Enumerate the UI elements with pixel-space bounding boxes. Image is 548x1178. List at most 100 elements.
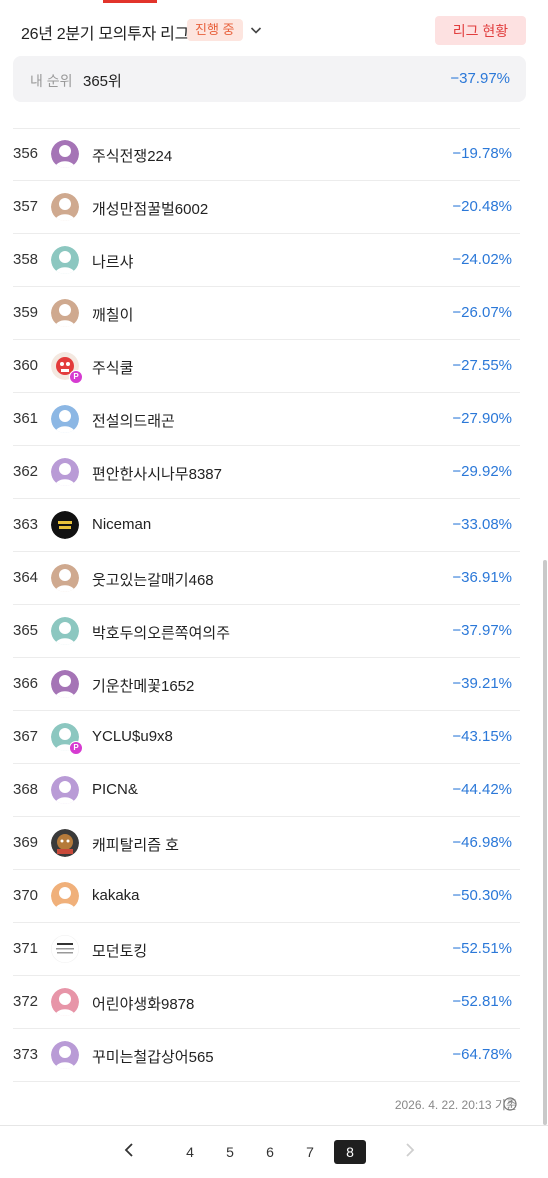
user-name: YCLU$u9x8 bbox=[92, 728, 173, 745]
question-circle-icon[interactable]: ? bbox=[503, 1097, 517, 1111]
avatar bbox=[51, 617, 79, 645]
chevron-left-icon[interactable] bbox=[123, 1143, 135, 1157]
return-rate: −46.98% bbox=[452, 834, 512, 851]
ranking-row[interactable]: 357 개성만점꿀벌6002 −20.48% bbox=[13, 181, 520, 234]
page-button-4[interactable]: 4 bbox=[174, 1140, 206, 1164]
ranking-row[interactable]: 356 주식전쟁224 −19.78% bbox=[13, 128, 520, 181]
user-name: kakaka bbox=[92, 887, 140, 904]
rank-number: 361 bbox=[13, 410, 39, 427]
avatar bbox=[51, 935, 79, 963]
my-rank-summary: 내 순위 365위 −37.97% bbox=[13, 56, 526, 102]
chevron-down-icon[interactable] bbox=[250, 24, 262, 36]
user-name: 주식쿨 bbox=[92, 360, 134, 377]
my-rank-return: −37.97% bbox=[450, 70, 510, 87]
page-button-7[interactable]: 7 bbox=[294, 1140, 326, 1164]
ranking-row[interactable]: 362 편안한사시나무8387 −29.92% bbox=[13, 446, 520, 499]
return-rate: −26.07% bbox=[452, 304, 512, 321]
user-name: 어린야생화9878 bbox=[92, 996, 195, 1013]
ranking-row[interactable]: 369 캐피탈리즘 호 −46.98% bbox=[13, 817, 520, 870]
return-rate: −52.81% bbox=[452, 993, 512, 1010]
ranking-list: 356 주식전쟁224 −19.78% 357 개성만점꿀벌6002 −20.48% 358… bbox=[13, 128, 520, 1082]
avatar bbox=[51, 511, 79, 539]
avatar bbox=[51, 564, 79, 592]
rank-number: 366 bbox=[13, 675, 39, 692]
scrollbar[interactable] bbox=[543, 560, 547, 1125]
league-status-button[interactable]: 리그 현황 bbox=[435, 16, 526, 45]
chevron-right-icon bbox=[406, 1143, 415, 1157]
rank-number: 356 bbox=[13, 145, 39, 162]
ranking-row[interactable]: 363 Niceman −33.08% bbox=[13, 499, 520, 552]
avatar bbox=[51, 1041, 79, 1069]
avatar bbox=[51, 670, 79, 698]
ranking-row[interactable]: 359 깨칠이 −26.07% bbox=[13, 287, 520, 340]
return-rate: −36.91% bbox=[452, 569, 512, 586]
return-rate: −64.78% bbox=[452, 1046, 512, 1063]
return-rate: −39.21% bbox=[452, 675, 512, 692]
avatar bbox=[51, 193, 79, 221]
ranking-row[interactable]: 360 P 주식쿨 −27.55% bbox=[13, 340, 520, 393]
return-rate: −33.08% bbox=[452, 516, 512, 533]
avatar bbox=[51, 882, 79, 910]
ranking-row[interactable]: 367 P YCLU$u9x8 −43.15% bbox=[13, 711, 520, 764]
my-rank-label: 내 순위 bbox=[30, 73, 73, 89]
page-button-6[interactable]: 6 bbox=[254, 1140, 286, 1164]
rank-number: 364 bbox=[13, 569, 39, 586]
rank-number: 369 bbox=[13, 834, 39, 851]
return-rate: −27.55% bbox=[452, 357, 512, 374]
ranking-row[interactable]: 361 전설의드래곤 −27.90% bbox=[13, 393, 520, 446]
user-name: 편안한사시나무8387 bbox=[92, 466, 222, 483]
ranking-row[interactable]: 372 어린야생화9878 −52.81% bbox=[13, 976, 520, 1029]
user-name: 전설의드래곤 bbox=[92, 413, 175, 430]
rank-number: 373 bbox=[13, 1046, 39, 1063]
avatar bbox=[51, 988, 79, 1016]
rank-number: 365 bbox=[13, 622, 39, 639]
user-name: 캐피탈리즘 호 bbox=[92, 837, 179, 854]
user-name: 모던토킹 bbox=[92, 943, 148, 960]
user-name: 꾸미는철갑상어565 bbox=[92, 1049, 214, 1066]
rank-number: 360 bbox=[13, 357, 39, 374]
avatar bbox=[51, 829, 79, 857]
rank-number: 358 bbox=[13, 251, 39, 268]
rank-number: 367 bbox=[13, 728, 39, 745]
rank-number: 363 bbox=[13, 516, 39, 533]
ranking-row[interactable]: 370 kakaka −50.30% bbox=[13, 870, 520, 923]
user-name: 기운찬메꽃1652 bbox=[92, 678, 195, 695]
ranking-row[interactable]: 368 PICN& −44.42% bbox=[13, 764, 520, 817]
user-name: 박호두의오른쪽여의주 bbox=[92, 625, 231, 642]
my-rank-value: 365위 bbox=[83, 73, 122, 90]
league-header: 26년 2분기 모의투자 리그 진행 중 리그 현황 bbox=[0, 0, 548, 58]
rank-number: 370 bbox=[13, 887, 39, 904]
rank-number: 371 bbox=[13, 940, 39, 957]
ranking-row[interactable]: 358 나르샤 −24.02% bbox=[13, 234, 520, 287]
user-name: 깨칠이 bbox=[92, 307, 134, 324]
rank-number: 359 bbox=[13, 304, 39, 321]
rank-number: 362 bbox=[13, 463, 39, 480]
user-name: 개성만점꿀벌6002 bbox=[92, 201, 209, 218]
user-name: 나르샤 bbox=[92, 254, 134, 271]
return-rate: −27.90% bbox=[452, 410, 512, 427]
user-name: 주식전쟁224 bbox=[92, 148, 173, 165]
ranking-row[interactable]: 366 기운찬메꽃1652 −39.21% bbox=[13, 658, 520, 711]
return-rate: −19.78% bbox=[452, 145, 512, 162]
avatar bbox=[51, 140, 79, 168]
premium-badge: P bbox=[69, 741, 83, 755]
league-title[interactable]: 26년 2분기 모의투자 리그 bbox=[21, 20, 189, 44]
user-name: Niceman bbox=[92, 516, 152, 533]
ranking-row[interactable]: 373 꾸미는철갑상어565 −64.78% bbox=[13, 1029, 520, 1082]
last-updated-note: 2026. 4. 22. 20:13 기준 bbox=[394, 1098, 517, 1112]
ranking-row[interactable]: 364 웃고있는갈매기468 −36.91% bbox=[13, 552, 520, 605]
svg-text:?: ? bbox=[507, 1100, 512, 1110]
avatar bbox=[51, 299, 79, 327]
page-button-5[interactable]: 5 bbox=[214, 1140, 246, 1164]
avatar bbox=[51, 246, 79, 274]
return-rate: −50.30% bbox=[452, 887, 512, 904]
ranking-row[interactable]: 371 모던토킹 −52.51% bbox=[13, 923, 520, 976]
rank-number: 372 bbox=[13, 993, 39, 1010]
page-button-8[interactable]: 8 bbox=[334, 1140, 366, 1164]
ranking-row[interactable]: 365 박호두의오른쪽여의주 −37.97% bbox=[13, 605, 520, 658]
avatar bbox=[51, 776, 79, 804]
user-name: PICN& bbox=[92, 781, 138, 798]
status-badge: 진행 중 bbox=[187, 19, 243, 41]
user-name: 웃고있는갈매기468 bbox=[92, 572, 214, 589]
return-rate: −52.51% bbox=[452, 940, 512, 957]
